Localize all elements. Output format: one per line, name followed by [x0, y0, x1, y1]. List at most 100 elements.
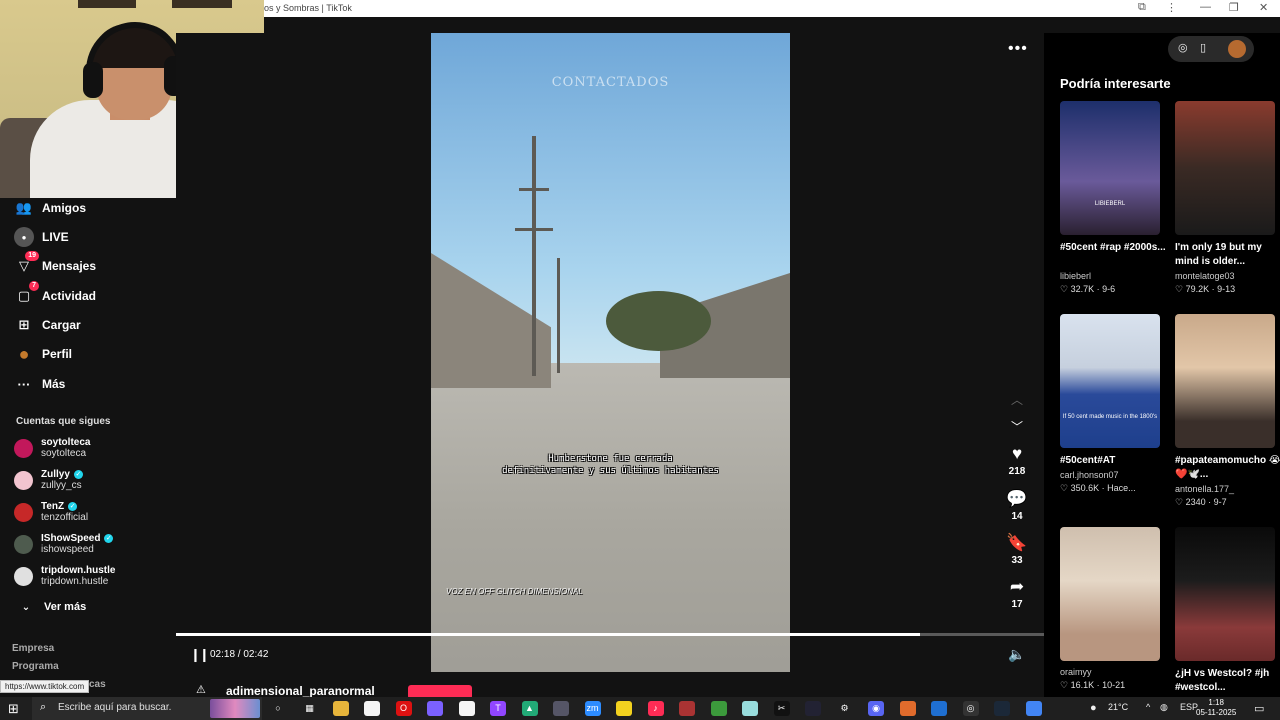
recommended-video-title[interactable]: I'm only 19 but my mind is older... [1175, 241, 1280, 269]
sidebar-item-5[interactable]: ● Perfil [14, 342, 72, 366]
close-button[interactable]: ✕ [1259, 1, 1268, 14]
recommended-video-thumbnail[interactable] [1175, 101, 1275, 235]
sidebar-item-0[interactable]: 👥 Amigos [14, 196, 86, 220]
followed-account[interactable]: IShowSpeed ✓ ishowspeed [14, 530, 114, 558]
post-date: Hace... [1107, 483, 1136, 493]
notes-icon[interactable] [458, 701, 475, 716]
sidebar-item-6[interactable]: ··· Más [14, 372, 66, 396]
account-name: Zullyy [41, 469, 70, 480]
share-button[interactable]: ➦ 17 [1004, 577, 1030, 610]
capcut-icon[interactable]: ✂ [773, 701, 790, 716]
taskbar-search[interactable]: ⌕ Escribe aquí para buscar. [32, 697, 262, 720]
recommended-video-thumbnail[interactable]: If 50 cent made music in the 1800's [1060, 314, 1160, 448]
account-handle: tenzofficial [41, 512, 89, 523]
video-frame[interactable]: CONTACTADOS Humberstone fue cerrada defi… [431, 33, 790, 672]
extensions-icon[interactable]: ⧉ [1138, 1, 1146, 14]
weather-icon: ● [1090, 702, 1097, 714]
sticky-notes-icon[interactable] [616, 701, 632, 716]
recommended-video-author[interactable]: oraimyy [1060, 667, 1092, 677]
minimize-button[interactable]: — [1200, 1, 1211, 13]
previous-video-icon[interactable]: ︿ [1008, 391, 1026, 408]
account-handle: soytolteca [41, 448, 87, 459]
tray-chevron-icon[interactable]: ^ [1146, 702, 1150, 712]
footer-link-empresa[interactable]: Empresa [12, 643, 54, 654]
game-icon[interactable] [553, 701, 569, 716]
video-credit: VOZ EN OFF GLITCH DIMENSIONAL [446, 587, 583, 596]
recommended-video-author[interactable]: libieberl [1060, 271, 1091, 281]
taskbar-clock[interactable]: 1:18 05-11-2025 [1196, 698, 1236, 718]
pause-icon[interactable]: ❙❙ [190, 647, 210, 663]
file-explorer-icon[interactable] [332, 701, 349, 716]
recommended-video-author[interactable]: carl.jhonson07 [1060, 470, 1119, 480]
recommended-video-thumbnail[interactable] [1060, 527, 1160, 661]
sidebar-item-3[interactable]: ▢ 7 Actividad [14, 281, 96, 308]
recommended-video-title[interactable]: #50cent#AT [1060, 454, 1170, 468]
drive-icon[interactable]: ▲ [521, 701, 538, 716]
settings-icon[interactable]: ⚙ [837, 701, 853, 716]
followed-account[interactable]: TenZ ✓ tenzofficial [14, 498, 88, 526]
more-options-icon[interactable]: ••• [1008, 40, 1028, 58]
comment-button[interactable]: 💬 14 [1004, 489, 1030, 522]
like-count: 79.2K [1185, 284, 1210, 294]
twitch-icon[interactable]: T [490, 701, 506, 716]
sidebar-item-2[interactable]: ▽ 19 Mensajes [14, 251, 96, 278]
discord-icon[interactable]: ◉ [868, 701, 884, 716]
verified-icon: ✓ [68, 502, 78, 511]
followed-account[interactable]: Zullyy ✓ zullyy_cs [14, 466, 83, 494]
footer-link-terms[interactable]: cas [89, 679, 106, 690]
post-date: 10-21 [1102, 680, 1126, 690]
app-icon-blue[interactable] [931, 701, 947, 716]
obs-icon[interactable]: ◎ [962, 701, 979, 716]
task-view-icon[interactable]: ○ [270, 701, 286, 716]
recommended-video-author[interactable]: antonella.177_ [1175, 484, 1234, 494]
post-date: 9-6 [1102, 284, 1116, 294]
next-video-icon[interactable]: ﹀ [1008, 418, 1026, 435]
recommended-video-title[interactable]: #50cent #rap #2000s... [1060, 241, 1170, 255]
compass-icon[interactable]: ◎ [1178, 41, 1188, 54]
device-icon[interactable]: ▯ [1200, 41, 1206, 54]
zoom-icon[interactable]: zm [584, 701, 601, 716]
chrome-icon[interactable] [1025, 701, 1042, 716]
app-icon-cyan[interactable] [742, 701, 758, 716]
document-icon[interactable] [364, 701, 380, 716]
app-icon-dark[interactable] [805, 701, 821, 716]
app-icon-orange[interactable] [899, 701, 916, 716]
user-avatar[interactable] [1228, 40, 1246, 58]
recommended-video-thumbnail[interactable] [1175, 527, 1275, 661]
maximize-button[interactable]: ❐ [1229, 1, 1239, 14]
recommended-video-author[interactable]: montelatoge03 [1175, 271, 1235, 281]
sidebar-item-4[interactable]: ⊞ Cargar [14, 313, 81, 337]
like-count: 350.6K [1070, 483, 1100, 493]
save-button[interactable]: 🔖 33 [1004, 533, 1030, 566]
widgets-icon[interactable]: ▦ [302, 701, 318, 716]
see-more-label: Ver más [44, 601, 87, 613]
footer-link-programa[interactable]: Programa [12, 661, 59, 672]
sidebar-item-1[interactable]: ● LIVE [14, 225, 69, 249]
account-handle: tripdown.hustle [41, 576, 109, 587]
network-icon[interactable]: ◍ [1160, 702, 1168, 713]
follow-button[interactable] [408, 685, 472, 697]
minecraft-icon[interactable] [710, 701, 727, 716]
notifications-icon[interactable]: ▭ [1254, 702, 1264, 715]
copilot-icon[interactable] [427, 701, 443, 716]
app-icon-red[interactable] [679, 701, 695, 716]
activity-icon: ▢ 7 [14, 281, 39, 306]
followed-account[interactable]: tripdown.hustle tripdown.hustle [14, 562, 115, 590]
avatar [14, 470, 33, 490]
volume-icon[interactable]: 🔈 [1008, 646, 1025, 663]
opera-icon[interactable]: O [395, 701, 412, 716]
notification-badge: 7 [29, 281, 39, 291]
weather-temp[interactable]: 21°C [1108, 702, 1128, 712]
steam-icon[interactable] [994, 701, 1010, 716]
like-button[interactable]: ♥ 218 [1004, 444, 1030, 477]
windows-start-icon[interactable]: ⊞ [8, 701, 19, 717]
video-author[interactable]: adimensional_paranormal [226, 684, 375, 697]
see-more-button[interactable]: ⌄ Ver más [16, 595, 86, 619]
recommended-video-title[interactable]: #papateamomucho 😭❤️🕊️... [1175, 454, 1280, 482]
recommended-video-title[interactable]: ¿jH vs Westcol? #jh #westcol... [1175, 667, 1280, 695]
recommended-video-thumbnail[interactable] [1175, 314, 1275, 448]
menu-icon[interactable]: ⋮ [1166, 1, 1177, 14]
tiktok-icon[interactable]: ♪ [647, 701, 664, 716]
recommended-video-thumbnail[interactable]: LIBIEBERL [1060, 101, 1160, 235]
followed-account[interactable]: soytolteca soytolteca [14, 434, 90, 462]
